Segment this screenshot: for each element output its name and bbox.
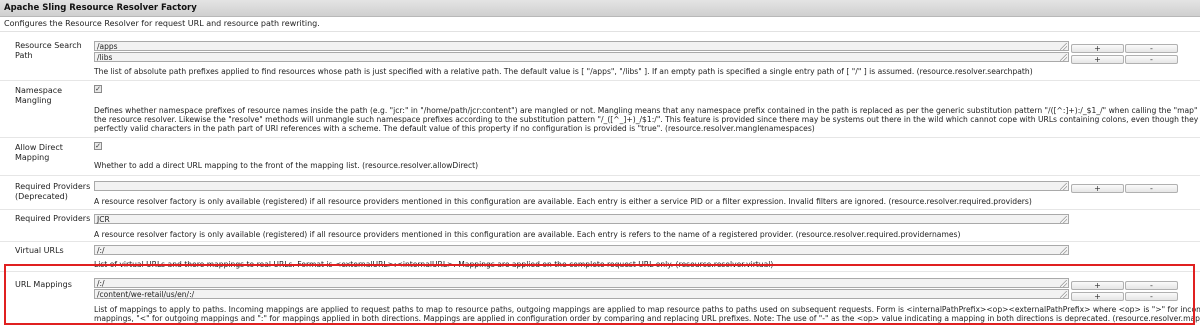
virtual-urls-value: /:/ xyxy=(97,246,105,255)
allow-direct-mapping-checkbox[interactable]: ✓ xyxy=(94,142,102,150)
required-providers-value: JCR xyxy=(97,215,110,224)
row-required-providers-deprecated: Required Providers (Deprecated) + - A re… xyxy=(0,176,1200,210)
namespace-mangling-checkbox[interactable]: ✓ xyxy=(94,85,102,93)
required-providers-input[interactable]: JCR xyxy=(94,214,1069,224)
allow-direct-mapping-label: Allow Direct Mapping xyxy=(15,143,63,162)
resize-grip-icon[interactable] xyxy=(1060,216,1067,223)
search-path-input-2[interactable]: /libs xyxy=(94,52,1069,62)
add-required-provider-deprecated-button[interactable]: + xyxy=(1071,184,1124,193)
namespace-description-1: Defines whether namespace prefixes of re… xyxy=(94,106,1200,115)
required-providers-label: Required Providers xyxy=(15,214,91,223)
resource-search-path-label: Resource Search Path xyxy=(15,41,82,60)
required-providers-deprecated-description: A resource resolver factory is only avai… xyxy=(94,197,1032,206)
resize-grip-icon[interactable] xyxy=(1060,183,1067,190)
namespace-mangling-label: Namespace Mangling xyxy=(15,86,63,105)
search-path-value-2: /libs xyxy=(97,53,113,62)
namespace-description-2: the resource resolver. Likewise the "res… xyxy=(94,115,1200,124)
resize-grip-icon[interactable] xyxy=(1060,54,1067,61)
remove-required-provider-deprecated-button[interactable]: - xyxy=(1125,184,1178,193)
resize-grip-icon[interactable] xyxy=(1060,43,1067,50)
panel-subtitle: Configures the Resource Resolver for req… xyxy=(0,17,1200,32)
required-providers-description: A resource resolver factory is only avai… xyxy=(94,230,961,239)
remove-search-path-button[interactable]: - xyxy=(1125,44,1178,53)
url-mappings-highlight-box xyxy=(4,264,1195,325)
row-allow-direct-mapping: Allow Direct Mapping ✓ Whether to add a … xyxy=(0,138,1200,176)
search-path-input-1[interactable]: /apps xyxy=(94,41,1069,51)
virtual-urls-input[interactable]: /:/ xyxy=(94,245,1069,255)
required-providers-deprecated-input[interactable] xyxy=(94,181,1069,191)
resize-grip-icon[interactable] xyxy=(1060,247,1067,254)
virtual-urls-label: Virtual URLs xyxy=(15,246,64,255)
add-search-path-button-2[interactable]: + xyxy=(1071,55,1124,64)
required-providers-deprecated-label: Required Providers (Deprecated) xyxy=(15,182,91,201)
row-resource-search-path: Resource Search Path /apps /libs + - + -… xyxy=(0,32,1200,81)
namespace-description-3: perfectly valid characters in the path p… xyxy=(94,124,815,133)
row-required-providers: Required Providers JCR A resource resolv… xyxy=(0,210,1200,242)
panel-title: Apache Sling Resource Resolver Factory xyxy=(0,0,1200,17)
remove-search-path-button-2[interactable]: - xyxy=(1125,55,1178,64)
add-search-path-button[interactable]: + xyxy=(1071,44,1124,53)
allow-direct-description: Whether to add a direct URL mapping to t… xyxy=(94,161,479,170)
search-path-value-1: /apps xyxy=(97,42,118,51)
search-path-description: The list of absolute path prefixes appli… xyxy=(94,67,1033,76)
row-namespace-mangling: Namespace Mangling ✓ Defines whether nam… xyxy=(0,81,1200,138)
